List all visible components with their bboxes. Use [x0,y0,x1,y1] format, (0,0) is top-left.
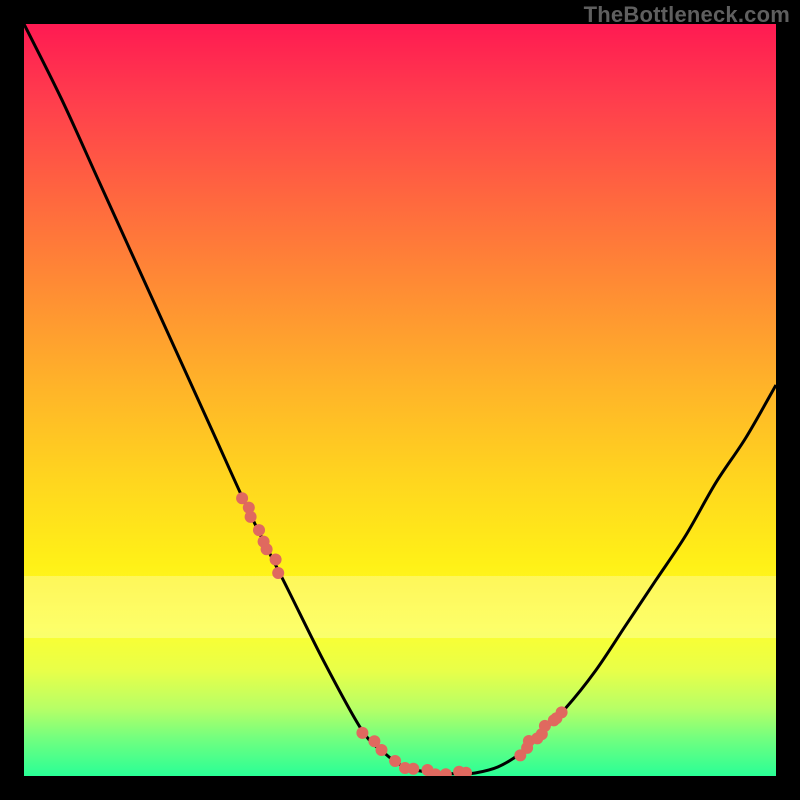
highlight-dot [253,524,265,536]
highlight-dot [261,543,273,555]
highlight-dot [407,763,419,775]
highlight-dot [556,706,568,718]
curve-svg [24,24,776,776]
bottleneck-curve [24,24,776,774]
highlight-dot [356,727,368,739]
chart-frame: TheBottleneck.com [0,0,800,800]
highlight-dot [272,567,284,579]
highlight-dot [270,554,282,566]
plot-area [24,24,776,776]
highlight-dot [245,511,257,523]
dot-cluster-right [514,706,567,761]
highlight-dot [389,755,401,767]
highlight-dot [440,768,452,776]
highlight-dot [376,744,388,756]
dot-cluster-valley [356,727,472,776]
